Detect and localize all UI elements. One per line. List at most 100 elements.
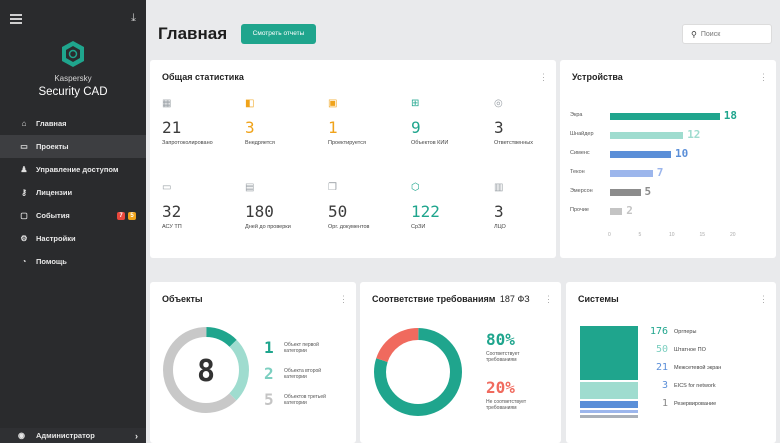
stat-label: Внедряется xyxy=(245,140,275,146)
device-value-label: 7 xyxy=(656,166,664,179)
systems-stack-segment[interactable] xyxy=(580,400,638,408)
systems-label: Штатное ПО xyxy=(674,346,706,353)
device-axis-tick: 5 xyxy=(638,232,642,238)
sidebar-item-help[interactable]: ◔ Помощь xyxy=(0,250,146,273)
device-category-label: Шнайдер xyxy=(570,131,594,137)
stat-label: Объектов КИИ xyxy=(411,140,449,146)
chevron-right-icon: › xyxy=(135,430,138,441)
systems-legend-item: 1 Резервирование xyxy=(642,398,716,409)
main-content: Главная Смотреть отчеты ⚲ Общая статисти… xyxy=(146,0,780,443)
more-options-icon[interactable]: ⋮ xyxy=(539,72,548,83)
systems-value: 1 xyxy=(661,398,668,409)
device-axis-tick: 0 xyxy=(608,232,611,238)
card-title: Системы xyxy=(578,294,619,304)
objects-card: Объекты ⋮ 8 1 Объект первой категории 2 Объ… xyxy=(150,282,356,443)
warning-badge: 5 xyxy=(128,211,136,220)
systems-stack-segment[interactable] xyxy=(580,410,638,413)
systems-stack-segment[interactable] xyxy=(580,415,638,418)
device-bar[interactable] xyxy=(610,208,623,215)
sidebar-item-home[interactable]: ⌂ Главная xyxy=(0,112,146,135)
stat-value: 180 xyxy=(245,202,274,221)
calendar-icon: ▤ xyxy=(245,182,255,193)
user-menu[interactable]: ◉ Администратор › xyxy=(0,428,146,443)
hamburger-menu-icon[interactable] xyxy=(10,14,22,24)
search-box[interactable]: ⚲ xyxy=(682,24,772,44)
stat-tile[interactable]: ▣ 1 Проектируется xyxy=(328,98,408,146)
error-badge: 7 xyxy=(117,211,125,220)
sidebar-item-label: Помощь xyxy=(36,257,67,266)
search-icon: ⚲ xyxy=(691,29,697,39)
monitor-icon: ▭ xyxy=(162,182,172,193)
systems-label: Оргперы xyxy=(674,328,697,335)
objects-legend-item: 1 Объект первой категории xyxy=(264,338,340,357)
sidebar-item-licenses[interactable]: ⚷ Лицензии xyxy=(0,181,146,204)
legend-value: 1 xyxy=(264,338,274,357)
shield-icon: ⬡ xyxy=(411,182,420,193)
systems-legend-item: 50 Штатное ПО xyxy=(642,344,706,355)
device-axis-tick: 10 xyxy=(669,232,675,238)
compliance-donut-segments xyxy=(374,328,462,416)
sidebar-item-access[interactable]: ♟ Управление доступом xyxy=(0,158,146,181)
stat-tile[interactable]: ▦ 21 Запротоколировано xyxy=(162,98,242,146)
compliance-ok: 80% Соответствует требованиям xyxy=(486,330,546,363)
network-icon: ⊞ xyxy=(411,98,420,109)
device-value-label: 12 xyxy=(687,128,701,141)
sidebar-item-settings[interactable]: ⚙ Настройки xyxy=(0,227,146,250)
legend-label: Объектов третьей категории xyxy=(284,393,326,406)
compliance-law: 187 ФЗ xyxy=(499,294,530,304)
sidebar-item-label: Главная xyxy=(36,119,67,128)
compliance-card: Соответствие требованиям 187 ФЗ ⋮ 80% Со… xyxy=(360,282,561,443)
stat-label: СрЗИ xyxy=(411,224,426,230)
stat-tile[interactable]: ▭ 32 АСУ ТП xyxy=(162,182,242,230)
sidebar-item-events[interactable]: ▢ События 7 5 xyxy=(0,204,146,227)
legend-label: Объект первой категории xyxy=(284,341,319,354)
device-value-label: 2 xyxy=(626,204,633,217)
folder-icon: ▭ xyxy=(20,142,28,151)
device-axis-tick: 15 xyxy=(699,232,706,238)
document-icon: ◧ xyxy=(245,98,255,109)
card-title: Общая статистика xyxy=(162,72,244,82)
device-value-label: 18 xyxy=(723,109,738,122)
legend-label: Объекта второй категории xyxy=(284,367,322,380)
stat-value: 122 xyxy=(411,202,440,221)
stat-tile[interactable]: ❐ 50 Орг. документов xyxy=(328,182,408,230)
stat-tile[interactable]: ⊞ 9 Объектов КИИ xyxy=(411,98,491,146)
device-bar[interactable] xyxy=(610,132,684,139)
systems-value: 21 xyxy=(655,362,668,373)
stat-value: 3 xyxy=(245,118,255,137)
sidebar-item-label: Лицензии xyxy=(36,188,73,197)
kaspersky-shield-logo xyxy=(62,41,84,67)
more-options-icon[interactable]: ⋮ xyxy=(544,294,553,305)
stat-tile[interactable]: ⬡ 122 СрЗИ xyxy=(411,182,491,230)
search-input[interactable] xyxy=(700,30,761,38)
objects-legend-item: 2 Объекта второй категории xyxy=(264,364,340,383)
key-icon: ⚷ xyxy=(21,188,27,197)
user-name: Администратор xyxy=(36,431,95,440)
systems-value: 50 xyxy=(655,344,668,355)
device-bar[interactable] xyxy=(610,189,641,196)
more-options-icon[interactable]: ⋮ xyxy=(339,294,348,305)
gear-icon: ⚙ xyxy=(20,234,28,243)
more-options-icon[interactable]: ⋮ xyxy=(759,72,768,83)
device-bar[interactable] xyxy=(610,151,671,158)
sidebar-item-label: Проекты xyxy=(36,142,69,151)
device-bar[interactable] xyxy=(610,170,653,177)
view-reports-button[interactable]: Смотреть отчеты xyxy=(241,24,316,44)
stat-tile[interactable]: ◧ 3 Внедряется xyxy=(245,98,325,146)
device-category-label: Прочие xyxy=(570,207,589,213)
systems-stack-segment[interactable] xyxy=(580,326,638,381)
window-icon: ▣ xyxy=(328,98,338,109)
systems-stack-segment[interactable] xyxy=(580,382,638,399)
device-axis-tick: 20 xyxy=(730,232,736,238)
home-icon: ⌂ xyxy=(21,119,27,128)
card-title: Объекты xyxy=(162,294,203,304)
compliance-bad-label: Не соответствует требованиям xyxy=(486,399,527,411)
download-icon[interactable]: ⤓ xyxy=(131,12,136,25)
sidebar-item-projects[interactable]: ▭ Проекты xyxy=(0,135,146,158)
device-bar[interactable] xyxy=(610,113,720,120)
more-options-icon[interactable]: ⋮ xyxy=(759,294,768,305)
users-icon: ♟ xyxy=(20,165,28,174)
device-value-label: 5 xyxy=(644,185,652,198)
grid-icon: ▦ xyxy=(162,98,172,109)
stat-tile[interactable]: ▤ 180 Дней до проверки xyxy=(245,182,325,230)
